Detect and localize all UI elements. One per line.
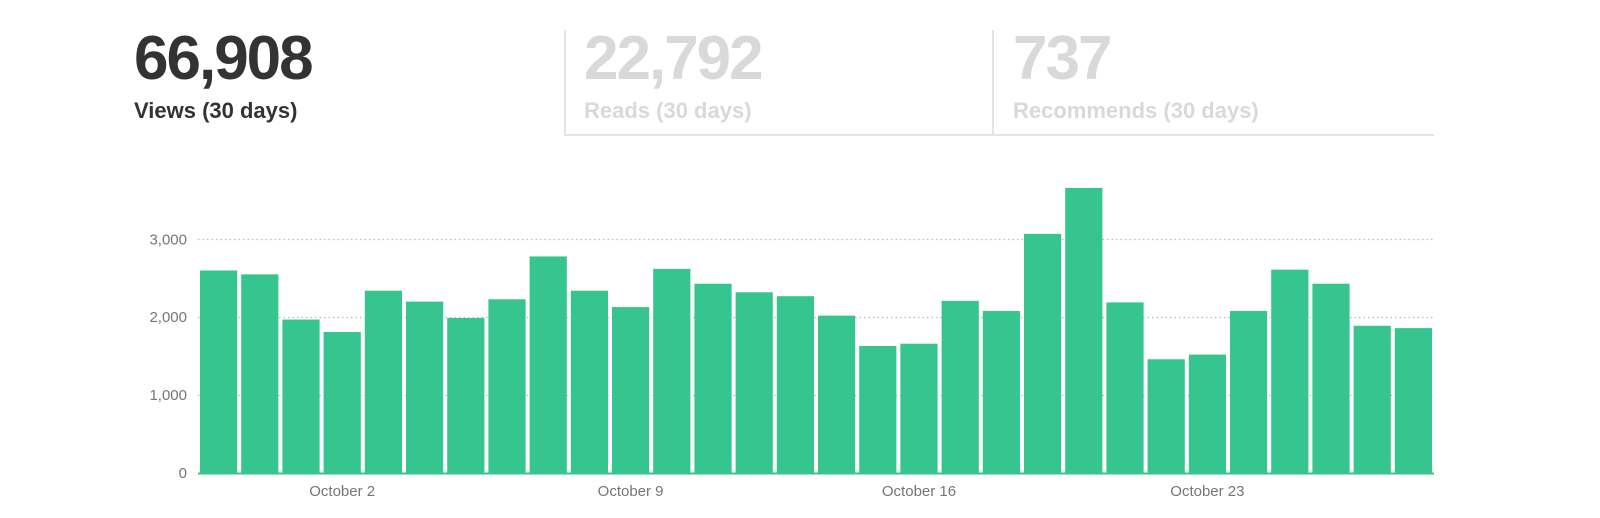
bar[interactable] — [653, 268, 691, 473]
bar[interactable] — [1271, 269, 1309, 473]
bar[interactable] — [818, 315, 856, 473]
bar[interactable] — [282, 319, 320, 473]
x-tick-label: October 2 — [309, 483, 375, 500]
y-tick-label: 1,000 — [149, 387, 187, 404]
bar[interactable] — [1065, 187, 1103, 473]
x-tick-label: October 23 — [1170, 483, 1244, 500]
bar[interactable] — [323, 332, 361, 473]
bar[interactable] — [529, 256, 567, 473]
bar[interactable] — [570, 290, 608, 473]
x-tick-label: October 16 — [882, 483, 956, 500]
bar[interactable] — [776, 296, 814, 473]
bar[interactable] — [1147, 359, 1185, 473]
x-tick-label: October 9 — [598, 483, 664, 500]
bar[interactable] — [941, 300, 979, 473]
bar[interactable] — [859, 346, 897, 473]
y-tick-label: 2,000 — [149, 309, 187, 326]
views-bar-chart: 01,0002,0003,000 October 2 October 9 Octob… — [149, 187, 1434, 500]
bar[interactable] — [1312, 283, 1350, 473]
bar[interactable] — [1353, 325, 1391, 473]
bar[interactable] — [1106, 302, 1144, 473]
bar[interactable] — [200, 270, 238, 473]
bar[interactable] — [694, 283, 732, 473]
y-axis-ticks: 0 1,000 2,000 3,000 — [149, 231, 187, 482]
bar[interactable] — [612, 307, 650, 473]
bar[interactable] — [364, 290, 402, 473]
bars — [200, 187, 1432, 473]
bar[interactable] — [241, 274, 279, 473]
bar[interactable] — [488, 299, 526, 473]
y-tick-label: 3,000 — [149, 231, 187, 248]
bar[interactable] — [1230, 310, 1268, 473]
bar[interactable] — [1188, 354, 1226, 473]
x-axis-ticks: October 2 October 9 October 16 October 23 — [309, 483, 1244, 500]
y-tick-label: 0 — [179, 465, 187, 482]
bar[interactable] — [735, 292, 773, 473]
bar[interactable] — [900, 343, 938, 473]
bar[interactable] — [447, 317, 485, 473]
bar[interactable] — [982, 310, 1020, 473]
bar[interactable] — [1394, 328, 1432, 473]
bar[interactable] — [1024, 233, 1062, 473]
bar[interactable] — [406, 301, 444, 473]
